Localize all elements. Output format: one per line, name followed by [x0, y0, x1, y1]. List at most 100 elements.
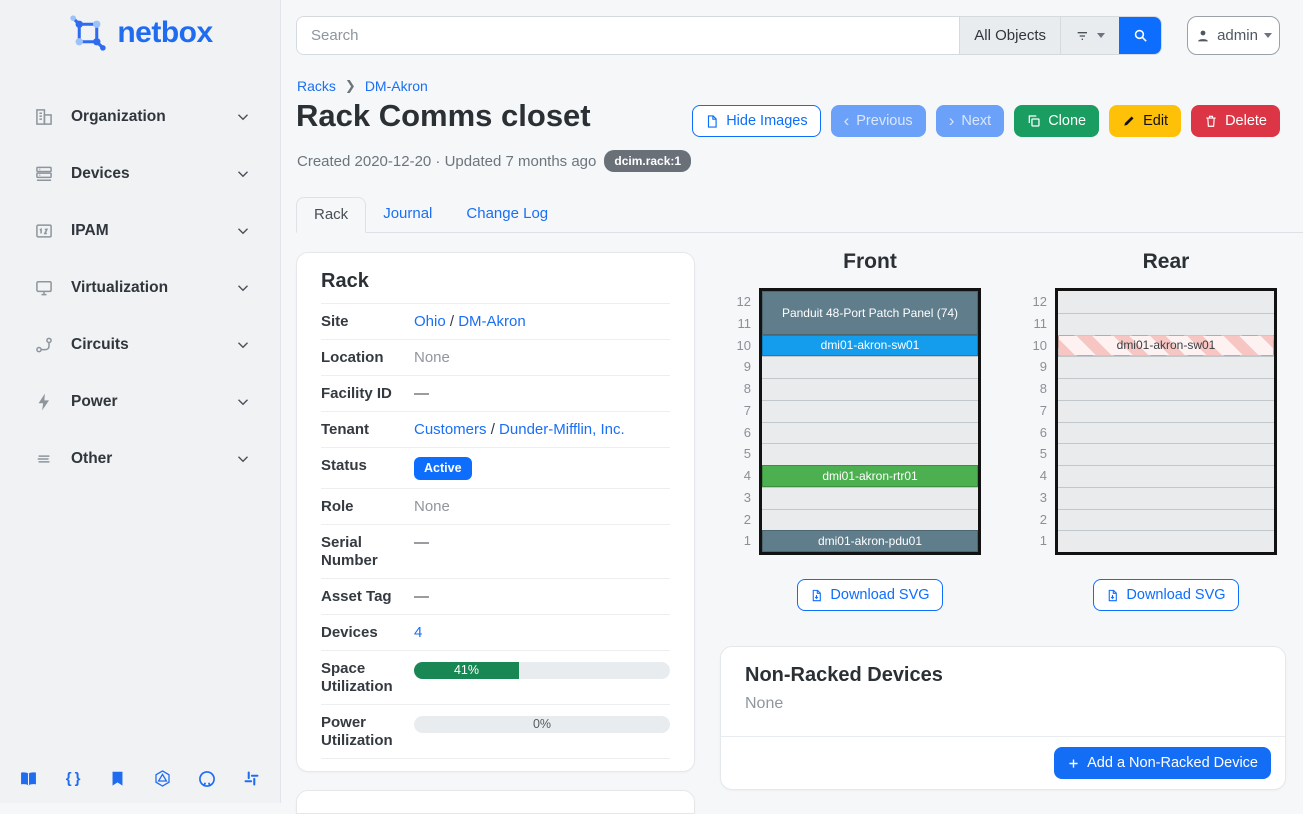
front-download-svg-button[interactable]: Download SVG	[797, 579, 942, 611]
sidebar-item-label: Power	[71, 393, 234, 411]
organization-icon	[34, 107, 54, 127]
location-value: None	[414, 348, 670, 367]
rack-device-rtr01[interactable]: dmi01-akron-rtr01	[762, 465, 978, 487]
chevron-left-icon: ‹	[844, 112, 850, 129]
sidebar-item-devices[interactable]: Devices	[0, 145, 280, 202]
delete-button[interactable]: Delete	[1191, 105, 1280, 137]
rack-device-sw01-front[interactable]: dmi01-akron-sw01	[762, 335, 978, 357]
field-row-power-utilization: Power Utilization 0%	[321, 705, 670, 759]
created-updated-text: Created 2020-12-20 · Updated 7 months ag…	[297, 153, 596, 170]
device-count-link[interactable]: 4	[414, 624, 422, 641]
search-filter-button[interactable]	[1060, 17, 1119, 54]
breadcrumb-link-racks[interactable]: Racks	[297, 78, 336, 94]
rear-download-svg-button[interactable]: Download SVG	[1093, 579, 1238, 611]
netbox-logo[interactable]: netbox	[0, 0, 280, 54]
person-icon	[1195, 28, 1211, 44]
page-meta: Created 2020-12-20 · Updated 7 months ag…	[297, 150, 691, 172]
hide-images-button[interactable]: Hide Images	[692, 105, 820, 137]
rack-device-sw01-rear[interactable]: dmi01-akron-sw01	[1058, 335, 1274, 357]
tab-journal[interactable]: Journal	[366, 197, 449, 232]
tenant-group-link[interactable]: Customers	[414, 421, 487, 438]
sidebar-item-organization[interactable]: Organization	[0, 88, 280, 145]
field-row-tenant: Tenant Customers / Dunder-Mifflin, Inc.	[321, 412, 670, 448]
search-icon	[1132, 27, 1149, 44]
clone-button[interactable]: Clone	[1014, 105, 1099, 137]
sidebar-item-ipam[interactable]: IPAM	[0, 202, 280, 259]
asset-tag-value: —	[414, 587, 670, 606]
filter-icon	[1075, 28, 1091, 44]
field-row-location: Location None	[321, 340, 670, 376]
rear-download-wrap: Download SVG	[1055, 579, 1277, 611]
docs-book-icon[interactable]	[18, 768, 39, 789]
breadcrumb-link-site[interactable]: DM-Akron	[365, 78, 428, 94]
previous-button[interactable]: ‹ Previous	[831, 105, 926, 137]
edit-button[interactable]: Edit	[1109, 105, 1181, 137]
tenant-link[interactable]: Dunder-Mifflin, Inc.	[499, 421, 625, 438]
chevron-down-icon	[234, 165, 252, 183]
space-utilization-bar: 41%	[414, 662, 670, 679]
github-icon[interactable]	[196, 768, 217, 789]
sidebar-footer: { }	[0, 768, 280, 789]
rack-device-patch-panel[interactable]: Panduit 48-Port Patch Panel (74)	[762, 291, 978, 335]
sidebar-item-circuits[interactable]: Circuits	[0, 316, 280, 373]
search-scope-button[interactable]: All Objects	[959, 17, 1060, 54]
front-elevation-title: Front	[759, 250, 981, 274]
main-content: All Objects admin Racks ❯ DM-Akron Rack …	[281, 0, 1303, 803]
site-link[interactable]: DM-Akron	[458, 313, 526, 330]
non-racked-devices-empty: None	[721, 691, 1285, 736]
power-utilization-bar: 0%	[414, 716, 670, 733]
page-title: Rack Comms closet	[296, 98, 591, 134]
sidebar-item-virtualization[interactable]: Virtualization	[0, 259, 280, 316]
search-submit-button[interactable]	[1119, 17, 1161, 54]
tab-bar: Rack Journal Change Log	[296, 197, 1303, 233]
file-download-icon	[810, 588, 823, 603]
sidebar-item-label: Devices	[71, 165, 234, 183]
api-braces-icon[interactable]: { }	[63, 768, 84, 789]
field-row-site: Site Ohio / DM-Akron	[321, 303, 670, 340]
rear-elevation-title: Rear	[1055, 250, 1277, 274]
circuits-icon	[34, 335, 54, 355]
sidebar-item-power[interactable]: Power	[0, 373, 280, 430]
bookmark-icon[interactable]	[107, 768, 128, 789]
graphql-icon[interactable]	[152, 768, 173, 789]
user-label: admin	[1217, 27, 1258, 44]
role-value: None	[414, 497, 670, 516]
tab-rack[interactable]: Rack	[296, 197, 366, 233]
chevron-down-icon	[234, 336, 252, 354]
sidebar-item-other[interactable]: Other	[0, 430, 280, 487]
serial-number-value: —	[414, 533, 670, 552]
next-panel-stub	[296, 790, 695, 814]
sidebar-nav: Organization Devices IPAM Virtualization…	[0, 88, 280, 487]
trash-icon	[1204, 114, 1218, 128]
copy-icon	[1027, 114, 1041, 128]
image-file-icon	[705, 114, 719, 129]
lightning-icon	[34, 392, 54, 412]
monitor-icon	[34, 278, 54, 298]
front-download-wrap: Download SVG	[759, 579, 981, 611]
rear-unit-numbers: 121110987654321	[1017, 291, 1047, 552]
user-menu-button[interactable]: admin	[1187, 16, 1280, 55]
field-row-facility-id: Facility ID —	[321, 376, 670, 412]
global-search-group: All Objects	[296, 16, 1162, 55]
sidebar-item-label: IPAM	[71, 222, 234, 240]
ipam-icon	[34, 221, 54, 241]
sidebar-item-label: Circuits	[71, 336, 234, 354]
non-racked-devices-panel: Non-Racked Devices None Add a Non-Racked…	[720, 646, 1286, 790]
tab-change-log[interactable]: Change Log	[449, 197, 565, 232]
rack-device-pdu01[interactable]: dmi01-akron-pdu01	[762, 530, 978, 552]
front-rack-elevation: Panduit 48-Port Patch Panel (74) dmi01-a…	[759, 288, 981, 555]
chevron-down-icon	[234, 222, 252, 240]
field-row-asset-tag: Asset Tag —	[321, 579, 670, 615]
add-non-racked-device-button[interactable]: Add a Non-Racked Device	[1054, 747, 1271, 779]
search-input[interactable]	[297, 17, 959, 54]
site-region-link[interactable]: Ohio	[414, 313, 446, 330]
chevron-down-icon	[234, 108, 252, 126]
caret-down-icon	[1097, 33, 1105, 38]
rack-attributes-table: Site Ohio / DM-Akron Location None Facil…	[321, 303, 670, 759]
pencil-icon	[1122, 114, 1136, 128]
netbox-logo-text: netbox	[117, 16, 212, 50]
file-download-icon	[1106, 588, 1119, 603]
next-button[interactable]: › Next	[936, 105, 1005, 137]
slack-icon[interactable]	[241, 768, 262, 789]
breadcrumb-separator-icon: ❯	[345, 78, 356, 94]
